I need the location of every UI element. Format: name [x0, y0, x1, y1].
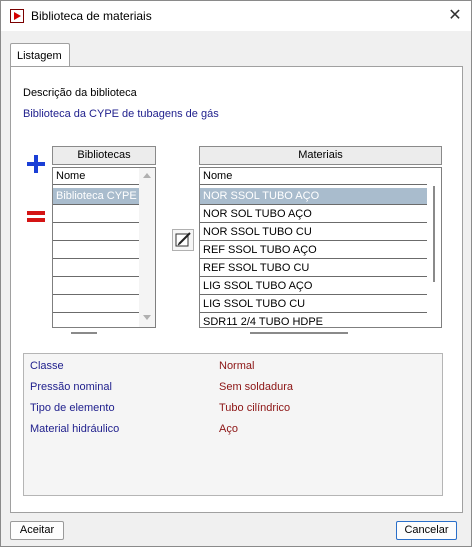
libraries-horizontal-scrollbar[interactable]	[71, 332, 97, 334]
materials-header: Materiais	[199, 146, 442, 165]
property-label: Material hidráulico	[30, 423, 120, 435]
material-row[interactable]: LIG SSOL TUBO AÇO	[200, 278, 427, 295]
material-row[interactable]: NOR SOL TUBO AÇO	[200, 206, 427, 223]
material-row[interactable]: SDR11 2/4 TUBO HDPE	[200, 314, 427, 331]
close-button[interactable]: ✕	[441, 5, 469, 27]
window-title: Biblioteca de materiais	[31, 9, 152, 23]
library-row[interactable]	[53, 242, 139, 259]
property-value: Aço	[219, 423, 238, 435]
library-row[interactable]: Biblioteca CYPE	[53, 188, 139, 205]
material-row[interactable]: NOR SSOL TUBO AÇO	[200, 188, 427, 205]
libraries-column-header[interactable]: Nome	[53, 168, 139, 185]
edit-material-button[interactable]	[172, 229, 194, 251]
library-row[interactable]	[53, 224, 139, 241]
libraries-header: Bibliotecas	[52, 146, 156, 165]
library-row[interactable]	[53, 260, 139, 277]
property-value: Normal	[219, 360, 255, 372]
title-bar: Biblioteca de materiais ✕	[1, 1, 471, 31]
materials-horizontal-scrollbar[interactable]	[250, 332, 348, 334]
description-value: Biblioteca da CYPE de tubagens de gás	[23, 108, 219, 120]
properties-panel: Classe Normal Pressão nominal Sem soldad…	[23, 353, 443, 496]
tab-listagem[interactable]: Listagem	[10, 43, 70, 67]
property-label: Tipo de elemento	[30, 402, 115, 414]
library-row[interactable]	[53, 278, 139, 295]
material-row[interactable]: REF SSOL TUBO CU	[200, 260, 427, 277]
libraries-vertical-scrollbar[interactable]	[139, 168, 155, 327]
tab-panel: Descrição da biblioteca Biblioteca da CY…	[10, 66, 463, 513]
accept-button[interactable]: Aceitar	[10, 521, 64, 540]
description-label: Descrição da biblioteca	[23, 87, 137, 99]
material-row[interactable]: LIG SSOL TUBO CU	[200, 296, 427, 313]
material-row[interactable]: REF SSOL TUBO AÇO	[200, 242, 427, 259]
tab-label: Listagem	[17, 50, 62, 62]
libraries-grid: Nome Biblioteca CYPE	[52, 167, 156, 334]
add-library-button[interactable]	[25, 153, 47, 175]
edit-icon	[175, 232, 191, 247]
property-value: Tubo cilíndrico	[219, 402, 291, 414]
property-label: Classe	[30, 360, 64, 372]
app-icon	[10, 9, 24, 23]
materials-column-header[interactable]: Nome	[200, 168, 427, 185]
plus-icon	[27, 155, 45, 173]
scroll-up-icon[interactable]	[143, 173, 151, 178]
remove-icon	[27, 211, 45, 222]
dialog-window: Biblioteca de materiais ✕ Listagem Descr…	[0, 0, 472, 547]
remove-library-button[interactable]	[25, 206, 47, 228]
library-row[interactable]	[53, 206, 139, 223]
materials-vertical-scrollbar[interactable]	[433, 186, 435, 282]
cancel-button[interactable]: Cancelar	[396, 521, 457, 540]
materials-grid: Nome NOR SSOL TUBO AÇO NOR SOL TUBO AÇO …	[199, 167, 442, 334]
property-value: Sem soldadura	[219, 381, 293, 393]
scroll-down-icon[interactable]	[143, 315, 151, 320]
material-row[interactable]: NOR SSOL TUBO CU	[200, 224, 427, 241]
property-label: Pressão nominal	[30, 381, 112, 393]
library-row[interactable]	[53, 296, 139, 313]
